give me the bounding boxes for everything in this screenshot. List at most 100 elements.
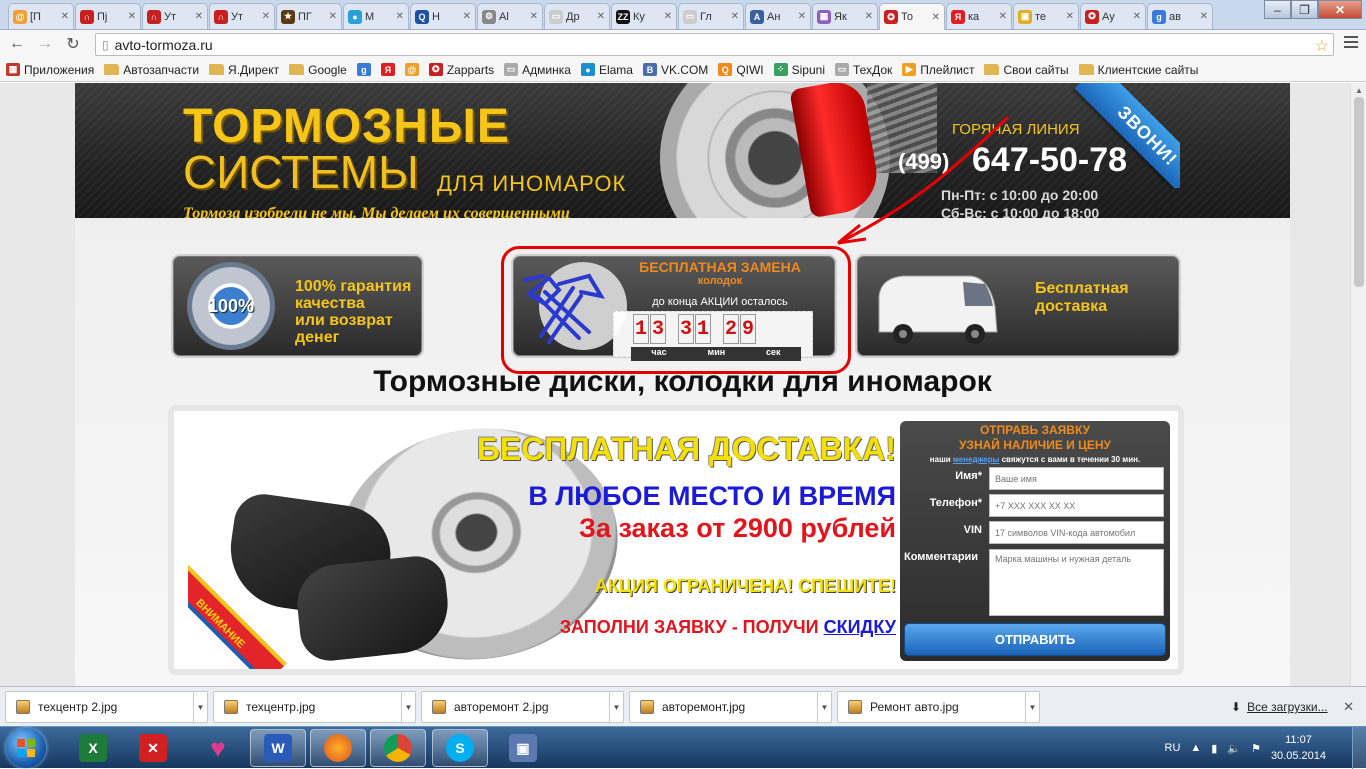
- network-app-taskbar-button[interactable]: ▣: [495, 729, 551, 767]
- back-icon[interactable]: ←: [6, 35, 28, 53]
- all-downloads-link[interactable]: Все загрузки...: [1247, 700, 1328, 714]
- skype-taskbar-button[interactable]: S: [432, 729, 488, 767]
- word-taskbar-button[interactable]: W: [250, 729, 306, 767]
- browser-tab[interactable]: Яка ✕: [946, 3, 1012, 29]
- browser-tab[interactable]: ✪ Ау ✕: [1080, 3, 1146, 29]
- tab-close-icon[interactable]: ✕: [932, 12, 940, 23]
- browser-tab[interactable]: ZZ Ку ✕: [611, 3, 677, 29]
- download-item[interactable]: авторемонт 2.jpg ▼: [421, 691, 624, 723]
- tab-close-icon[interactable]: ✕: [128, 11, 136, 22]
- bookmark-item[interactable]: @: [404, 63, 419, 76]
- download-menu-icon[interactable]: ▼: [1025, 692, 1039, 722]
- forward-icon[interactable]: →: [34, 35, 56, 53]
- download-menu-icon[interactable]: ▼: [609, 692, 623, 722]
- xmind-taskbar-button[interactable]: ✕: [125, 729, 181, 767]
- bookmark-item[interactable]: ▭ ТехДок: [835, 63, 892, 77]
- close-downloads-icon[interactable]: ✕: [1343, 699, 1354, 715]
- browser-tab[interactable]: ▣ те ✕: [1013, 3, 1079, 29]
- discount-link[interactable]: СКИДКУ: [824, 617, 896, 637]
- browser-tab[interactable]: ▭ Др ✕: [544, 3, 610, 29]
- excel-taskbar-button[interactable]: X: [65, 729, 121, 767]
- bookmark-item[interactable]: Я.Директ: [209, 63, 279, 77]
- browser-tab[interactable]: Q Н ✕: [410, 3, 476, 29]
- address-text[interactable]: avto-tormoza.ru: [115, 37, 213, 53]
- logo-line2[interactable]: СИСТЕМЫ: [183, 145, 419, 199]
- address-bar[interactable]: ▯ avto-tormoza.ru ☆: [95, 33, 1334, 56]
- flag-icon[interactable]: ⚑: [1251, 742, 1261, 755]
- browser-tab[interactable]: @ [П ✕: [8, 3, 74, 29]
- close-window-button[interactable]: ✕: [1318, 0, 1362, 19]
- tab-close-icon[interactable]: ✕: [865, 11, 873, 22]
- call-ribbon[interactable]: ЗВОНИ!: [1070, 83, 1180, 188]
- browser-tab[interactable]: ● М ✕: [343, 3, 409, 29]
- start-button[interactable]: [6, 728, 46, 768]
- download-item[interactable]: Ремонт авто.jpg ▼: [837, 691, 1040, 723]
- tray-expand-icon[interactable]: ▲: [1190, 742, 1201, 754]
- tab-close-icon[interactable]: ✕: [1066, 11, 1074, 22]
- tab-close-icon[interactable]: ✕: [664, 11, 672, 22]
- tab-close-icon[interactable]: ✕: [1133, 11, 1141, 22]
- bookmark-item[interactable]: ▭ Админка: [504, 63, 571, 77]
- show-desktop-button[interactable]: [1352, 727, 1366, 769]
- volume-icon[interactable]: 🔈: [1227, 742, 1241, 755]
- tab-close-icon[interactable]: ✕: [61, 11, 69, 22]
- language-indicator[interactable]: RU: [1165, 742, 1181, 754]
- vin-input[interactable]: [989, 521, 1164, 544]
- bookmark-item[interactable]: Q QIWI: [718, 63, 764, 77]
- bookmark-star-icon[interactable]: ☆: [1315, 36, 1329, 56]
- bookmark-item[interactable]: g: [356, 63, 371, 76]
- minimize-button[interactable]: –: [1264, 0, 1291, 19]
- network-icon[interactable]: ▮: [1211, 742, 1217, 755]
- bookmark-item[interactable]: Клиентские сайты: [1078, 63, 1198, 77]
- bookmark-item[interactable]: Свои сайты: [984, 63, 1069, 77]
- clock[interactable]: 11:07 30.05.2014: [1271, 732, 1326, 764]
- promo-free-delivery[interactable]: Бесплатная доставка: [855, 254, 1181, 358]
- bookmark-item[interactable]: ▶ Плейлист: [902, 63, 974, 77]
- browser-tab[interactable]: ▭ Гл ✕: [678, 3, 744, 29]
- browser-tab[interactable]: ▦ Як ✕: [812, 3, 878, 29]
- promo-guarantee[interactable]: 100% 100% гарантия качества или возврат …: [171, 254, 424, 358]
- all-downloads[interactable]: ⬇ Все загрузки...: [1231, 700, 1328, 714]
- tab-close-icon[interactable]: ✕: [1200, 11, 1208, 22]
- bookmark-item[interactable]: Google: [289, 63, 347, 77]
- page-scrollbar[interactable]: ▲: [1350, 83, 1366, 686]
- download-item[interactable]: авторемонт.jpg ▼: [629, 691, 832, 723]
- firefox-taskbar-button[interactable]: [310, 729, 366, 767]
- bookmark-item[interactable]: ✪ Zapparts: [428, 63, 494, 77]
- browser-tab[interactable]: ∩ Пј ✕: [75, 3, 141, 29]
- bookmark-item[interactable]: ● Elama: [580, 63, 633, 77]
- download-item[interactable]: техцентр.jpg ▼: [213, 691, 416, 723]
- browser-tab[interactable]: ⚙ Al ✕: [477, 3, 543, 29]
- tab-close-icon[interactable]: ✕: [798, 11, 806, 22]
- download-menu-icon[interactable]: ▼: [401, 692, 415, 722]
- reload-icon[interactable]: ↻: [62, 34, 84, 54]
- phone-input[interactable]: [989, 494, 1164, 517]
- tab-close-icon[interactable]: ✕: [999, 11, 1007, 22]
- bookmark-item[interactable]: B VK.COM: [642, 63, 708, 77]
- download-menu-icon[interactable]: ▼: [817, 692, 831, 722]
- scroll-thumb[interactable]: [1354, 97, 1364, 287]
- tab-close-icon[interactable]: ✕: [262, 11, 270, 22]
- browser-tab[interactable]: ★ ПГ ✕: [276, 3, 342, 29]
- scroll-up-icon[interactable]: ▲: [1355, 86, 1363, 95]
- bookmark-item[interactable]: ⁘ Sipuni: [773, 63, 825, 77]
- maximize-button[interactable]: ❐: [1291, 0, 1318, 19]
- tab-close-icon[interactable]: ✕: [597, 11, 605, 22]
- bookmark-item[interactable]: Я: [380, 63, 395, 76]
- tab-close-icon[interactable]: ✕: [731, 11, 739, 22]
- bookmark-item[interactable]: Автозапчасти: [104, 63, 199, 77]
- menu-icon[interactable]: [1344, 36, 1358, 51]
- download-menu-icon[interactable]: ▼: [193, 692, 207, 722]
- comment-input[interactable]: [989, 549, 1164, 616]
- bookmark-item[interactable]: ▦ Приложения: [6, 63, 94, 77]
- browser-tab[interactable]: g ав ✕: [1147, 3, 1213, 29]
- tab-close-icon[interactable]: ✕: [530, 11, 538, 22]
- tab-close-icon[interactable]: ✕: [195, 11, 203, 22]
- submit-button[interactable]: ОТПРАВИТЬ: [904, 623, 1166, 656]
- heart-app-taskbar-button[interactable]: ♥: [190, 729, 246, 767]
- tab-close-icon[interactable]: ✕: [396, 11, 404, 22]
- download-item[interactable]: техцентр 2.jpg ▼: [5, 691, 208, 723]
- browser-tab[interactable]: ∩ Ут ✕: [142, 3, 208, 29]
- browser-tab[interactable]: ✪ То ✕: [879, 3, 945, 30]
- tab-close-icon[interactable]: ✕: [463, 11, 471, 22]
